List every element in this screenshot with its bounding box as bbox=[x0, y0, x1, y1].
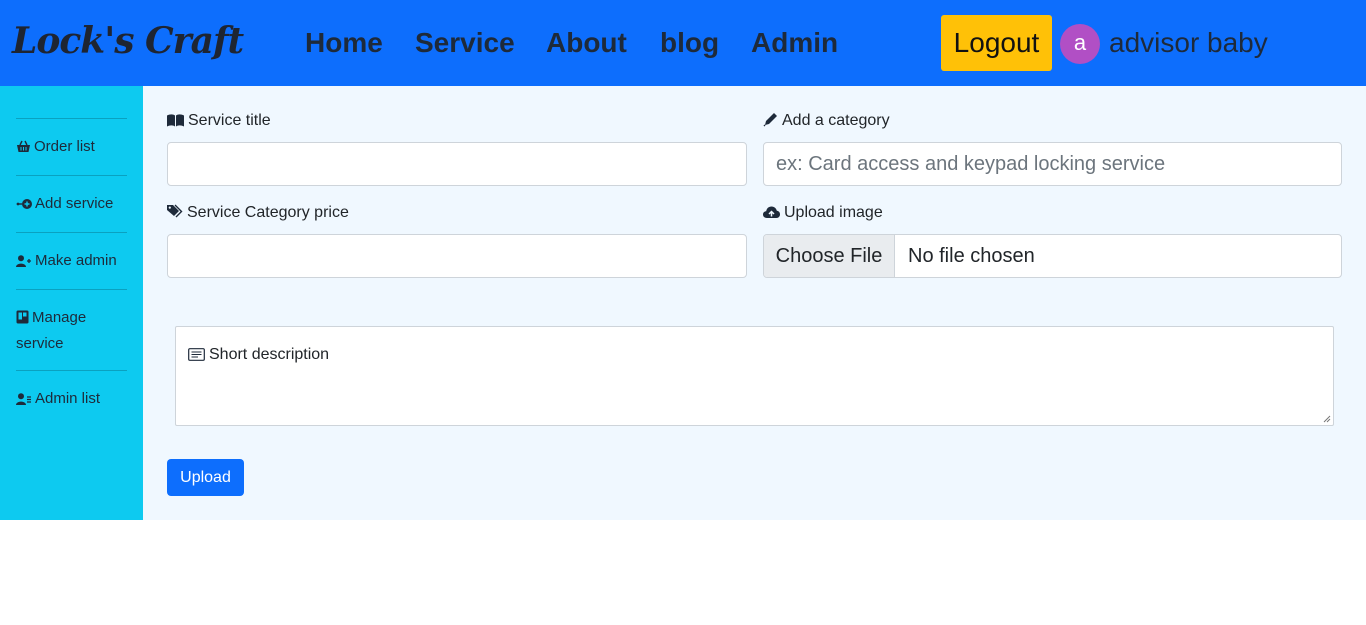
pencil-icon bbox=[763, 113, 777, 127]
sidebar-item-add-service[interactable]: Add service bbox=[16, 192, 127, 218]
user-list-icon bbox=[16, 389, 32, 413]
nav-blog[interactable]: blog bbox=[660, 27, 719, 59]
sidebar: Order list Add service Make admin Manage… bbox=[0, 86, 143, 520]
sidebar-item-admin-list[interactable]: Admin list bbox=[16, 387, 127, 413]
clipboard-icon bbox=[16, 308, 29, 332]
service-title-label: Service title bbox=[167, 112, 271, 130]
logout-button[interactable]: Logout bbox=[941, 15, 1052, 71]
nav-about[interactable]: About bbox=[546, 27, 627, 59]
file-status-text: No file chosen bbox=[908, 245, 1035, 267]
user-plus-icon bbox=[16, 251, 32, 275]
sidebar-item-label: Admin list bbox=[35, 390, 101, 407]
category-label: Add a category bbox=[763, 112, 890, 130]
resize-handle-icon[interactable] bbox=[1323, 415, 1331, 423]
file-upload-input[interactable]: Choose File No file chosen bbox=[763, 234, 1342, 278]
sidebar-item-order-list[interactable]: Order list bbox=[16, 135, 127, 161]
short-description-label: Short description bbox=[188, 346, 329, 364]
price-label: Service Category price bbox=[167, 204, 349, 222]
card-text-icon bbox=[188, 348, 205, 361]
sidebar-item-manage-service[interactable]: Manage service bbox=[16, 306, 127, 356]
sidebar-divider bbox=[16, 175, 127, 176]
sidebar-divider bbox=[16, 289, 127, 290]
book-icon bbox=[167, 114, 184, 127]
choose-file-button[interactable]: Choose File bbox=[764, 235, 895, 277]
upload-button[interactable]: Upload bbox=[167, 459, 244, 496]
price-input[interactable] bbox=[167, 234, 747, 278]
basket-icon bbox=[16, 137, 31, 161]
short-description-textarea[interactable]: Short description bbox=[175, 326, 1334, 426]
add-circle-icon bbox=[16, 194, 32, 218]
cloud-upload-icon bbox=[763, 206, 780, 218]
tags-icon bbox=[167, 204, 183, 218]
sidebar-item-label: Order list bbox=[34, 138, 95, 155]
brand-logo[interactable]: Lock's Craft bbox=[12, 20, 244, 62]
sidebar-divider bbox=[16, 232, 127, 233]
nav-home[interactable]: Home bbox=[305, 27, 383, 59]
category-input[interactable] bbox=[763, 142, 1342, 186]
avatar[interactable]: a bbox=[1060, 24, 1100, 64]
sidebar-item-make-admin[interactable]: Make admin bbox=[16, 249, 127, 275]
sidebar-item-label: Add service bbox=[35, 195, 114, 212]
sidebar-divider bbox=[16, 370, 127, 371]
top-navbar: Lock's Craft Home Service About blog Adm… bbox=[0, 0, 1366, 86]
nav-admin[interactable]: Admin bbox=[751, 27, 838, 59]
upload-image-label: Upload image bbox=[763, 204, 883, 222]
username: advisor baby bbox=[1109, 27, 1268, 58]
service-title-input[interactable] bbox=[167, 142, 747, 186]
nav-service[interactable]: Service bbox=[415, 27, 515, 59]
sidebar-divider bbox=[16, 118, 127, 119]
main-content: Service title Add a category Service Cat… bbox=[143, 86, 1366, 520]
sidebar-item-label: Make admin bbox=[35, 252, 117, 269]
